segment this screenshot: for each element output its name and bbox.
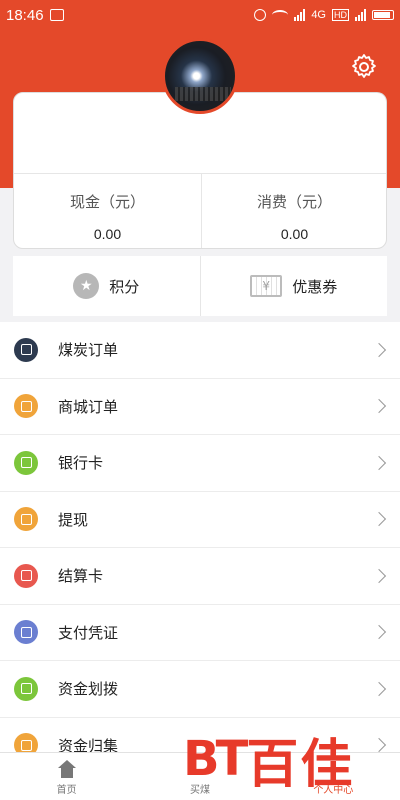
signal-icon <box>294 9 306 21</box>
consumption-value: 0.00 <box>280 226 309 242</box>
watermark-name: 百佳 <box>246 734 355 795</box>
cash-value: 0.00 <box>93 226 122 242</box>
coupon-button[interactable]: ¥ 优惠券 <box>201 256 388 316</box>
chevron-right-icon <box>371 399 387 414</box>
menu-row-label: 资金划拨 <box>58 680 119 699</box>
chevron-right-icon <box>371 342 387 357</box>
menu-row-label: 商城订单 <box>58 397 119 416</box>
menu-row[interactable]: 支付凭证 <box>0 605 400 661</box>
alarm-icon <box>254 9 267 21</box>
menu-row[interactable]: 提现 <box>0 492 400 548</box>
tab-home[interactable]: 首页 <box>0 753 133 800</box>
menu-row-label: 煤炭订单 <box>58 341 119 360</box>
coal-order-icon <box>14 337 38 362</box>
coupon-icon: ¥ <box>250 275 283 297</box>
withdraw-icon <box>14 507 38 532</box>
consumption-label: 消费（元） <box>256 193 332 211</box>
status-indicators: 4G HD <box>254 9 394 21</box>
chevron-right-icon <box>371 512 387 527</box>
menu-row[interactable]: 结算卡 <box>0 548 400 605</box>
tab-home-label: 首页 <box>56 785 77 796</box>
cash-stat[interactable]: 现金（元） 0.00 <box>14 173 201 250</box>
settings-gear-icon[interactable] <box>350 53 378 81</box>
menu-row[interactable]: 银行卡 <box>0 435 400 492</box>
chevron-right-icon <box>371 568 387 583</box>
signal-icon-2 <box>355 9 366 21</box>
menu-row-label: 银行卡 <box>58 454 104 473</box>
payment-voucher-icon <box>14 620 38 645</box>
menu-row[interactable]: 资金划拨 <box>0 661 400 718</box>
cash-label: 现金（元） <box>69 193 145 211</box>
menu-row-label: 结算卡 <box>58 567 104 586</box>
home-icon <box>57 760 77 778</box>
settlement-card-icon <box>14 563 38 588</box>
account-card: 现金（元） 0.00 消费（元） 0.00 <box>13 92 387 249</box>
menu-row[interactable]: 商城订单 <box>0 379 400 435</box>
battery-icon <box>372 10 394 20</box>
hd-badge: HD <box>332 9 349 21</box>
points-button[interactable]: ★ 积分 <box>13 256 200 316</box>
mall-order-icon <box>14 394 38 419</box>
menu-list: 煤炭订单 商城订单 银行卡 提现 结算卡 支付凭证 资金划拨 资金归集 <box>0 322 400 774</box>
points-label: 积分 <box>109 277 140 296</box>
chevron-right-icon <box>371 625 387 640</box>
star-icon: ★ <box>73 273 100 299</box>
fund-transfer-icon <box>14 676 38 701</box>
user-avatar[interactable] <box>162 38 238 114</box>
watermark-logo-mark: BT <box>183 731 248 787</box>
menu-row-label: 提现 <box>58 510 89 529</box>
bank-card-icon <box>14 450 38 475</box>
quick-actions: ★ 积分 ¥ 优惠券 <box>13 256 387 316</box>
watermark-logo: BT 百佳 <box>183 724 355 795</box>
chevron-right-icon <box>371 681 387 696</box>
notification-icon <box>49 9 64 21</box>
status-bar: 18:46 4G HD <box>0 0 400 30</box>
wifi-icon <box>272 10 289 20</box>
consumption-stat[interactable]: 消费（元） 0.00 <box>201 173 388 250</box>
menu-row-label: 支付凭证 <box>58 623 119 642</box>
chevron-right-icon <box>371 738 387 753</box>
status-time: 18:46 <box>6 6 44 24</box>
menu-row[interactable]: 煤炭订单 <box>0 322 400 379</box>
network-type: 4G <box>311 9 326 21</box>
coupon-label: 优惠券 <box>292 277 338 296</box>
chevron-right-icon <box>371 455 387 470</box>
